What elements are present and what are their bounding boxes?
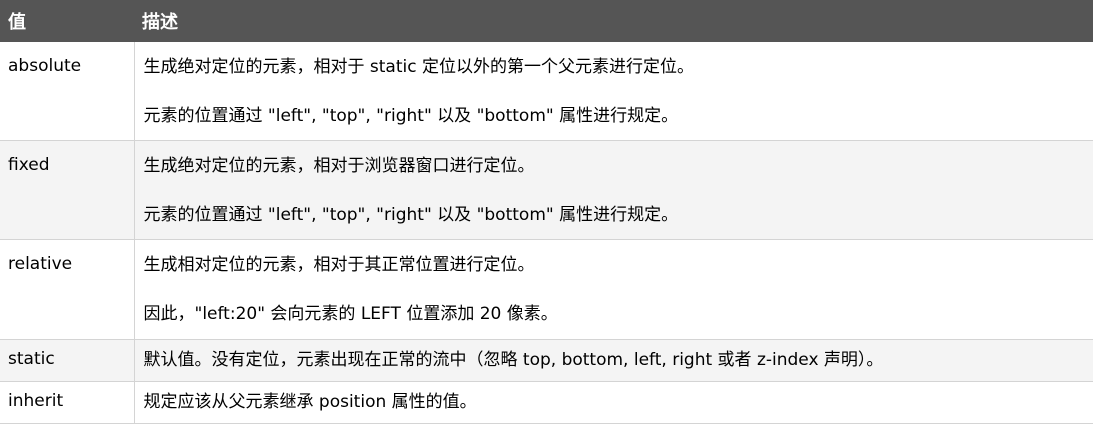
description-line: 因此，"left:20" 会向元素的 LEFT 位置添加 20 像素。 xyxy=(143,304,558,324)
description-line: 生成绝对定位的元素，相对于 static 定位以外的第一个父元素进行定位。 xyxy=(143,57,694,77)
description-line: 生成绝对定位的元素，相对于浏览器窗口进行定位。 xyxy=(143,156,535,176)
table-row: relative 生成相对定位的元素，相对于其正常位置进行定位。 因此，"lef… xyxy=(0,239,1093,340)
description-cell: 生成相对定位的元素，相对于其正常位置进行定位。 因此，"left:20" 会向元… xyxy=(134,239,1093,340)
description-cell: 生成绝对定位的元素，相对于浏览器窗口进行定位。 元素的位置通过 "left", … xyxy=(134,140,1093,240)
description-line: 生成相对定位的元素，相对于其正常位置进行定位。 xyxy=(143,255,535,275)
table-header: 值 描述 xyxy=(0,0,1093,42)
value-cell: static xyxy=(0,339,135,382)
description-line: 默认值。没有定位，元素出现在正常的流中（忽略 top, bottom, left… xyxy=(143,350,884,370)
value-cell: fixed xyxy=(0,140,135,240)
value-cell: absolute xyxy=(0,42,135,141)
header-description: 描述 xyxy=(142,12,178,33)
description-line: 元素的位置通过 "left", "top", "right" 以及 "botto… xyxy=(143,106,679,126)
header-value: 值 xyxy=(8,12,26,33)
table-row: inherit 规定应该从父元素继承 position 属性的值。 xyxy=(0,381,1093,424)
position-values-table: 值 描述 absolute 生成绝对定位的元素，相对于 static 定位以外的… xyxy=(0,0,1093,424)
table-row: fixed 生成绝对定位的元素，相对于浏览器窗口进行定位。 元素的位置通过 "l… xyxy=(0,140,1093,240)
table-row: absolute 生成绝对定位的元素，相对于 static 定位以外的第一个父元… xyxy=(0,42,1093,141)
header-row: 值 描述 xyxy=(0,0,1093,42)
description-cell: 规定应该从父元素继承 position 属性的值。 xyxy=(134,381,1093,424)
description-cell: 生成绝对定位的元素，相对于 static 定位以外的第一个父元素进行定位。 元素… xyxy=(134,42,1093,141)
table-row: static 默认值。没有定位，元素出现在正常的流中（忽略 top, botto… xyxy=(0,339,1093,382)
value-cell: inherit xyxy=(0,381,135,424)
value-cell: relative xyxy=(0,239,135,340)
description-line: 元素的位置通过 "left", "top", "right" 以及 "botto… xyxy=(143,205,679,225)
description-line: 规定应该从父元素继承 position 属性的值。 xyxy=(143,392,477,412)
description-cell: 默认值。没有定位，元素出现在正常的流中（忽略 top, bottom, left… xyxy=(134,339,1093,382)
